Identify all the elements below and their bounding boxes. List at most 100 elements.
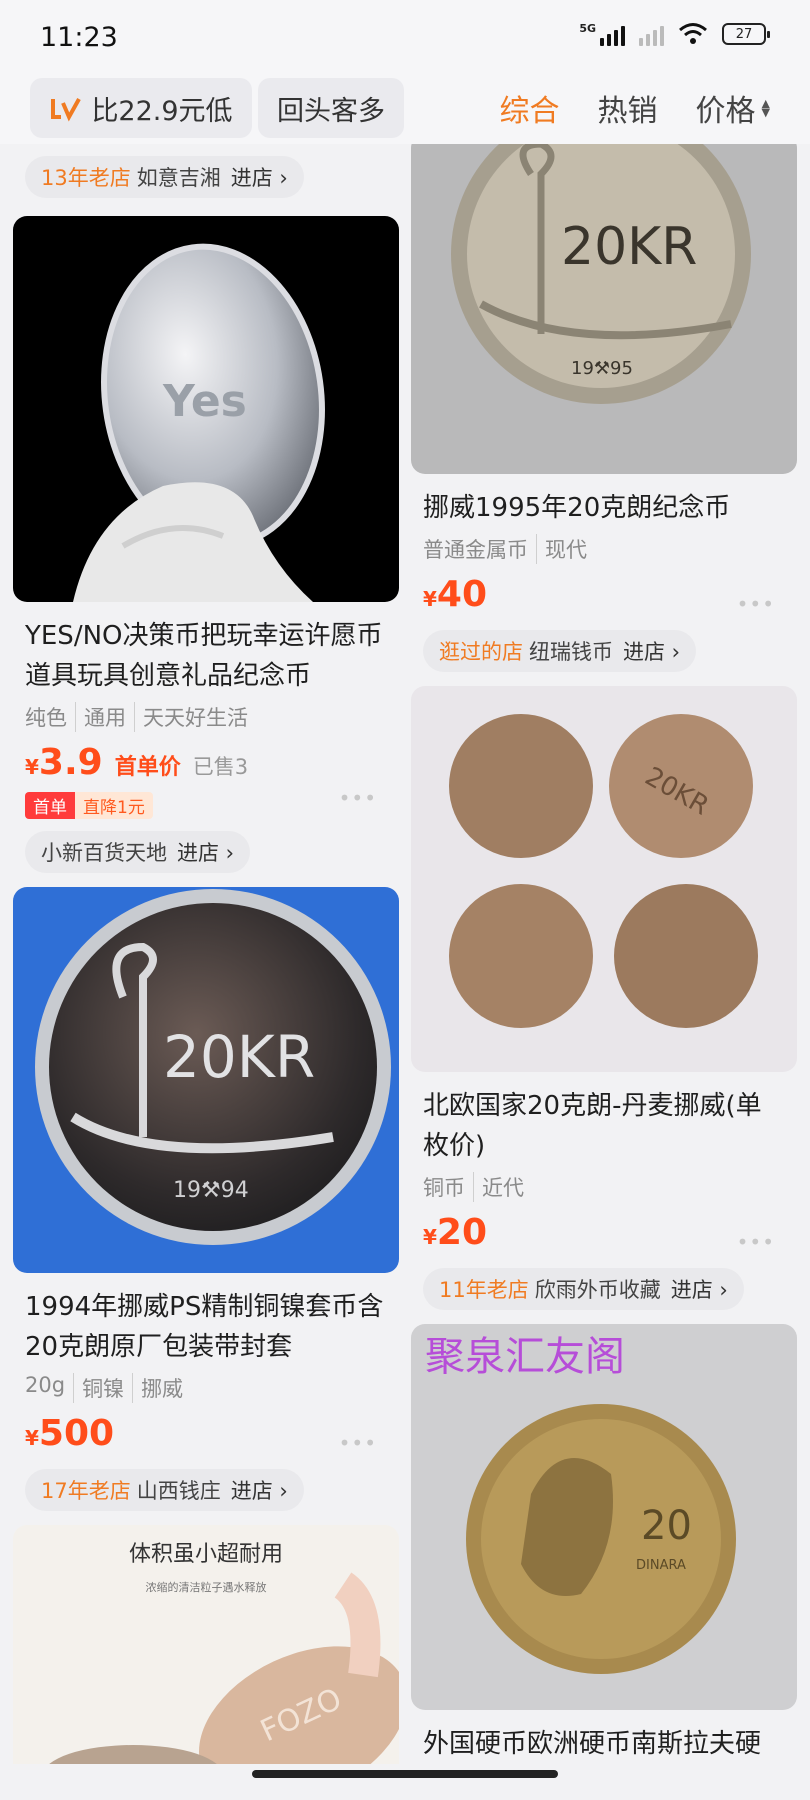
image-watermark: 聚泉汇友阁 xyxy=(425,1334,625,1380)
shop-link[interactable]: 小新百货天地 进店 › xyxy=(25,831,251,873)
product-card[interactable]: 体积虽小超耐用 浓缩的清洁粒子遇水释放 FOZO xyxy=(13,1525,399,1764)
price-note: 首单价 xyxy=(114,755,181,780)
product-title: 挪威1995年20克朗纪念币 xyxy=(423,493,731,523)
product-image[interactable]: 20KR 19⚒95 xyxy=(411,144,797,474)
coin-text: 20 xyxy=(641,1503,692,1549)
repeat-customers-chip[interactable]: 回头客多 xyxy=(258,78,404,138)
product-tags: 纯色 通用 天天好生活 xyxy=(25,702,387,732)
sort-tab-hot[interactable]: 热销 xyxy=(598,86,658,130)
norway-1995-coin-image: 20KR 19⚒95 xyxy=(451,144,751,404)
price-compare-logo-icon xyxy=(51,98,82,122)
price-line: ¥ 40 ••• xyxy=(423,574,785,618)
price-compare-label: 比22.9元低 xyxy=(91,95,233,127)
sort-arrows-icon: ▲ ▼ xyxy=(761,97,770,119)
sort-tab-comprehensive[interactable]: 综合 xyxy=(500,86,560,130)
sold-count: 已售3 xyxy=(192,755,249,779)
product-tag: 普通金属币 xyxy=(423,538,528,562)
product-card[interactable]: 20KR 19⚒95 挪威1995年20克朗纪念币 普通金属币 现代 ¥ 40 … xyxy=(411,144,797,672)
sort-tab-price[interactable]: 价格 ▲ ▼ xyxy=(696,86,770,130)
more-options-icon[interactable]: ••• xyxy=(737,592,775,616)
coin-denomination: DINARA xyxy=(636,1558,686,1573)
repeat-customers-label: 回头客多 xyxy=(277,95,385,127)
shop-name: 山西钱庄 xyxy=(136,1479,221,1503)
product-tag: 天天好生活 xyxy=(134,702,248,732)
feed-column-right: 20KR 19⚒95 挪威1995年20克朗纪念币 普通金属币 现代 ¥ 40 … xyxy=(411,144,797,1764)
battery-icon: 27 xyxy=(722,23,770,45)
product-tag: 铜币 xyxy=(423,1176,465,1200)
coin-text: 20KR xyxy=(561,217,697,277)
enter-shop-link[interactable]: 进店 › xyxy=(623,636,680,666)
product-image[interactable]: 聚泉汇友阁 20 DINARA xyxy=(411,1324,797,1710)
shop-age: 11年老店 xyxy=(439,1278,529,1302)
shop-link[interactable]: 17年老店 山西钱庄 进店 › xyxy=(25,1469,304,1511)
product-card[interactable]: 20KR 19⚒94 1994年挪威PS精制铜镍套币含20克朗原厂包装带封套 2… xyxy=(13,887,399,1511)
product-tag: 20g xyxy=(25,1373,66,1397)
currency-symbol: ¥ xyxy=(423,1225,437,1249)
shop-link[interactable]: 11年老店 欣雨外币收藏 进店 › xyxy=(423,1268,744,1310)
shop-age: 13年老店 xyxy=(41,166,131,190)
product-tag: 现代 xyxy=(536,534,587,564)
norway-proof-coin-image: 20KR 19⚒94 xyxy=(35,889,391,1245)
product-image[interactable]: Yes xyxy=(13,216,399,602)
product-price: 20 xyxy=(436,1212,488,1253)
shop-name: 纽瑞钱币 xyxy=(529,640,613,664)
sort-tab-label: 价格 xyxy=(695,94,756,129)
product-card[interactable]: 聚泉汇友阁 20 DINARA 外国硬币欧洲硬币南斯拉夫硬 xyxy=(411,1324,797,1764)
product-image[interactable]: 20KR 19⚒94 xyxy=(13,887,399,1273)
product-title: YES/NO决策币把玩幸运许愿币道具玩具创意礼品纪念币 xyxy=(25,621,383,691)
enter-shop-link[interactable]: 进店 › xyxy=(671,1274,728,1304)
clock: 11:23 xyxy=(40,22,118,53)
product-card[interactable]: 20KR 北欧国家20克朗-丹麦挪威(单枚价) 铜币 近代 ¥ 20 ••• 1… xyxy=(411,686,797,1310)
product-tag: 铜镍 xyxy=(73,1373,124,1403)
promo-badge: 首单 直降1元 xyxy=(25,792,153,819)
product-title: 北欧国家20克朗-丹麦挪威(单枚价) xyxy=(423,1091,762,1161)
product-tags: 普通金属币 现代 xyxy=(423,534,785,564)
enter-shop-link[interactable]: 进店 › xyxy=(231,1475,288,1505)
more-options-icon[interactable]: ••• xyxy=(339,1431,377,1455)
status-icons: 5G 27 xyxy=(579,22,770,46)
four-coins-image: 20KR xyxy=(449,714,758,1028)
sort-tab-label: 综合 xyxy=(499,94,560,129)
enter-shop-link[interactable]: 进店 › xyxy=(231,162,288,192)
product-tag: 近代 xyxy=(473,1172,524,1202)
currency-symbol: ¥ xyxy=(423,587,437,611)
shop-name: 小新百货天地 xyxy=(41,841,167,865)
sort-tabs: 综合 热销 价格 ▲ ▼ xyxy=(500,86,770,130)
price-line: ¥ 20 ••• xyxy=(423,1212,785,1256)
product-title: 外国硬币欧洲硬币南斯拉夫硬 xyxy=(423,1729,762,1759)
coin-text: 20KR xyxy=(163,1023,315,1091)
product-image[interactable]: 20KR xyxy=(411,686,797,1072)
shop-age: 17年老店 xyxy=(41,1479,131,1503)
shop-visited-tag: 逛过的店 xyxy=(439,640,523,664)
currency-symbol: ¥ xyxy=(25,755,39,779)
wifi-icon xyxy=(679,23,707,44)
network-type-label: 5G xyxy=(579,22,596,35)
more-options-icon[interactable]: ••• xyxy=(737,1230,775,1254)
more-options-icon[interactable]: ••• xyxy=(339,786,377,810)
product-card[interactable]: Yes YES/NO决策币把玩幸运许愿币道具玩具创意礼品纪念币 纯色 通用 天天… xyxy=(13,216,399,873)
product-price: 3.9 xyxy=(38,742,103,783)
product-tag: 挪威 xyxy=(132,1373,183,1403)
coin-year: 19⚒95 xyxy=(571,358,633,379)
shop-name: 欣雨外币收藏 xyxy=(534,1278,661,1302)
product-tags: 铜币 近代 xyxy=(423,1172,785,1202)
cleaning-tablet-image: 体积虽小超耐用 浓缩的清洁粒子遇水释放 FOZO xyxy=(49,1542,399,1764)
product-feed[interactable]: 13年老店 如意吉湘 进店 › Yes YES/NO决策币把玩幸运许愿币道具玩具… xyxy=(0,144,810,1764)
yugoslav-coin-image: 聚泉汇友阁 20 DINARA xyxy=(425,1334,736,1674)
product-tag: 纯色 xyxy=(25,706,67,730)
filter-bar: 比22.9元低 回头客多 综合 热销 价格 ▲ ▼ xyxy=(0,72,810,144)
cellular-signal-icon: 5G xyxy=(579,22,625,46)
product-tag: 通用 xyxy=(75,702,126,732)
price-compare-chip[interactable]: 比22.9元低 xyxy=(30,78,252,138)
yes-coin-image: Yes xyxy=(73,243,325,602)
shop-link[interactable]: 13年老店 如意吉湘 进店 › xyxy=(25,156,304,198)
enter-shop-link[interactable]: 进店 › xyxy=(177,837,234,867)
image-subtitle: 浓缩的清洁粒子遇水释放 xyxy=(146,1580,267,1594)
feed-column-left: 13年老店 如意吉湘 进店 › Yes YES/NO决策币把玩幸运许愿币道具玩具… xyxy=(13,156,399,1764)
home-indicator[interactable] xyxy=(252,1770,558,1778)
product-title: 1994年挪威PS精制铜镍套币含20克朗原厂包装带封套 xyxy=(25,1292,384,1362)
currency-symbol: ¥ xyxy=(25,1426,39,1450)
product-tags: 20g 铜镍 挪威 xyxy=(25,1373,387,1403)
product-image[interactable]: 体积虽小超耐用 浓缩的清洁粒子遇水释放 FOZO xyxy=(13,1525,399,1764)
shop-link[interactable]: 逛过的店 纽瑞钱币 进店 › xyxy=(423,630,697,672)
